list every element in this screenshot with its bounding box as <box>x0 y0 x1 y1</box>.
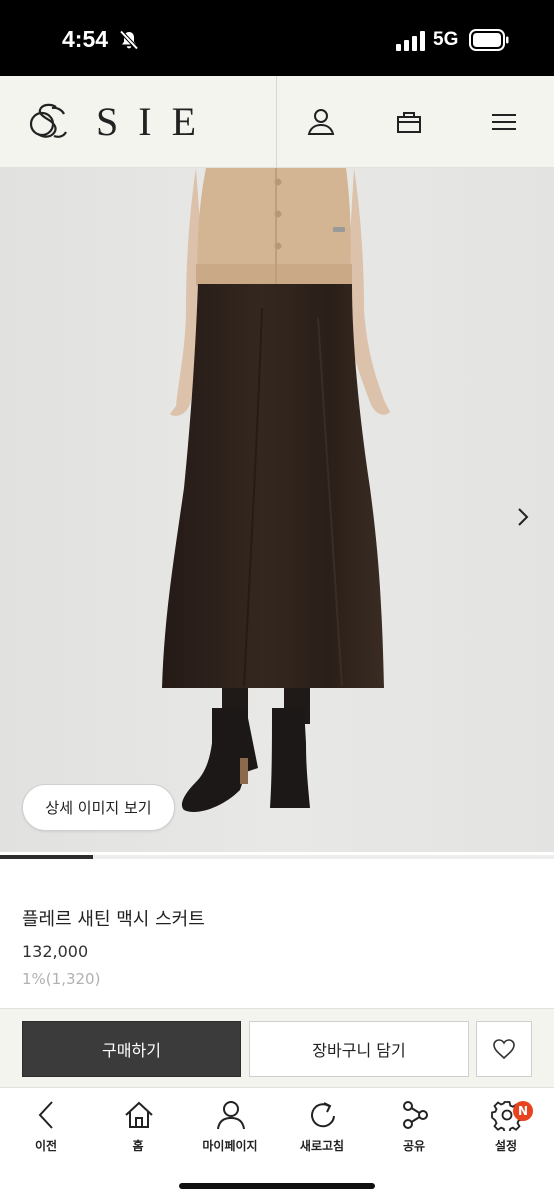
wishlist-button[interactable] <box>476 1021 532 1077</box>
battery-icon <box>469 29 509 51</box>
shopping-bag-icon[interactable] <box>394 107 424 137</box>
site-header: SIE <box>0 76 554 168</box>
refresh-icon <box>311 1102 335 1128</box>
gallery-progress <box>0 855 554 859</box>
gallery-progress-fill <box>0 855 93 859</box>
new-badge: N <box>513 1101 533 1121</box>
nav-item-settings[interactable]: N 설정 <box>460 1089 552 1169</box>
product-image-gallery[interactable]: 상세 이미지 보기 <box>0 168 554 852</box>
share-icon <box>403 1101 428 1129</box>
buy-button[interactable]: 구매하기 <box>22 1021 241 1077</box>
nav-item-mypage[interactable]: 마이페이지 <box>184 1089 276 1169</box>
status-time: 4:54 <box>62 26 109 52</box>
brand-logo-mark[interactable] <box>26 100 70 144</box>
signal-bars-icon <box>396 31 425 51</box>
product-price: 132,000 <box>22 942 89 961</box>
nav-label: 마이페이지 <box>202 1139 258 1153</box>
header-divider <box>276 76 277 168</box>
nav-label: 이전 <box>34 1139 58 1153</box>
user-icon[interactable] <box>306 107 336 137</box>
nav-item-home[interactable]: 홈 <box>92 1089 184 1169</box>
product-photo <box>0 168 554 852</box>
heart-icon <box>493 1039 515 1060</box>
nav-label: 설정 <box>494 1139 518 1153</box>
view-detail-images-button[interactable]: 상세 이미지 보기 <box>22 784 175 831</box>
chevron-right-icon[interactable] <box>510 502 536 532</box>
app-screen: 4:54 5G SIE 상세 이미지 보기 플레르 새틴 맥시 스커트 132,… <box>0 0 554 1200</box>
brand-logo[interactable]: SIE <box>96 98 216 145</box>
bell-slash-icon <box>119 30 139 50</box>
add-to-cart-button[interactable]: 장바구니 담기 <box>249 1021 469 1077</box>
nav-label: 새로고침 <box>299 1139 345 1153</box>
status-bar: 4:54 5G <box>0 0 554 76</box>
back-arrow-icon <box>38 1101 53 1129</box>
product-name: 플레르 새틴 맥시 스커트 <box>22 909 205 930</box>
menu-icon[interactable] <box>489 107 519 137</box>
nav-item-back[interactable]: 이전 <box>0 1089 92 1169</box>
home-indicator <box>179 1183 375 1189</box>
nav-label: 공유 <box>402 1139 426 1153</box>
nav-item-share[interactable]: 공유 <box>368 1089 460 1169</box>
network-type: 5G <box>433 29 459 50</box>
nav-label: 홈 <box>132 1139 144 1153</box>
home-icon <box>125 1101 153 1128</box>
product-points: 1%(1,320) <box>22 970 101 988</box>
purchase-bar: 구매하기 장바구니 담기 <box>0 1008 554 1088</box>
person-icon <box>217 1101 245 1130</box>
nav-item-refresh[interactable]: 새로고침 <box>276 1089 368 1169</box>
